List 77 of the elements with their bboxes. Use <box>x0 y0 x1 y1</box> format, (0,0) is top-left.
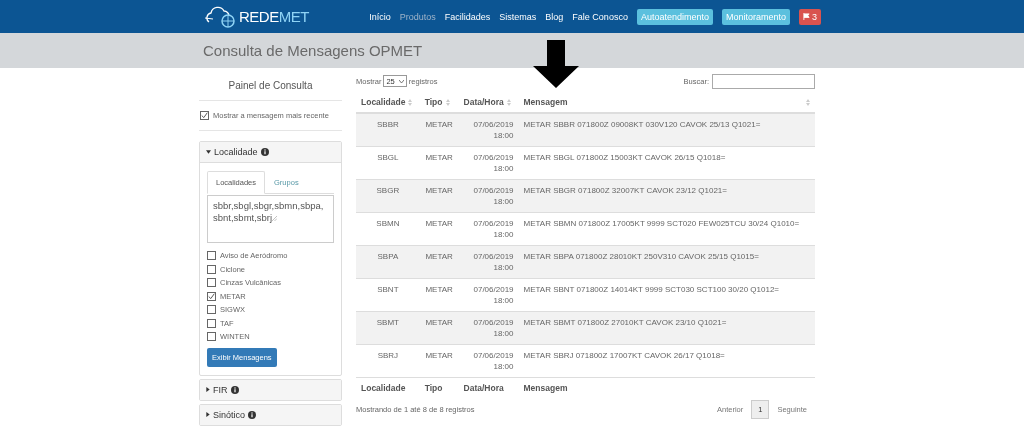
search-field[interactable] <box>712 73 815 89</box>
table-cell: METAR SBMN 071800Z 17005KT 9999 SCT020 FEW025TCU 30/24 Q1010= <box>518 212 815 246</box>
nav-link[interactable]: Blog <box>545 11 564 22</box>
locations-field[interactable]: sbbr,sbgl,sbgr,sbmn,sbpa,sbnt,sbmt,sbrj <box>207 195 334 243</box>
table-cell: SBPA <box>356 245 420 279</box>
table-cell: METAR SBBR 071800Z 09008KT 030V120 CAVOK 25/13 Q1021= <box>518 113 815 147</box>
table-cell: 07/06/2019 18:00 <box>458 146 519 180</box>
table-cell: 07/06/2019 18:00 <box>458 212 519 246</box>
section-header[interactable]: FIR <box>200 379 341 400</box>
logo-text: REDEMET <box>239 8 309 25</box>
info-icon <box>248 410 257 419</box>
caret-right-icon <box>206 387 210 392</box>
table-cell: 07/06/2019 18:00 <box>458 245 519 279</box>
checkbox[interactable] <box>200 111 209 120</box>
table-cell: METAR <box>419 212 459 246</box>
caret-right-icon <box>206 412 210 417</box>
caret-down-icon <box>206 150 211 154</box>
table-cell: 07/06/2019 18:00 <box>458 179 519 213</box>
arrow-icon <box>533 40 579 88</box>
table-cell: 07/06/2019 18:00 <box>458 344 519 378</box>
checkbox[interactable] <box>207 251 216 261</box>
table-cell: METAR <box>419 179 459 213</box>
checkbox[interactable] <box>207 332 216 342</box>
column-footer: Tipo <box>419 377 459 398</box>
checkbox[interactable] <box>207 305 216 315</box>
checkbox[interactable] <box>207 291 216 301</box>
table-cell: METAR SBGR 071800Z 32007KT CAVOK 23/12 Q1021= <box>518 179 815 213</box>
info-icon <box>230 385 239 394</box>
page-title: Consulta de Mensagens OPMET <box>203 42 423 59</box>
chevron-down-icon <box>398 79 404 83</box>
nav-link[interactable]: Fale Conosco <box>572 11 628 22</box>
table-cell: 07/06/2019 18:00 <box>458 311 519 345</box>
column-footer: Data/Hora <box>458 377 519 398</box>
section-header[interactable]: Sinótico <box>200 404 341 425</box>
table-cell: SBNT <box>356 278 420 312</box>
section-header[interactable]: Localidade <box>200 142 341 163</box>
table-cell: METAR <box>419 146 459 180</box>
column-footer: Localidade <box>356 377 420 398</box>
sort-icon <box>506 99 511 107</box>
table-cell: METAR <box>419 245 459 279</box>
table-cell: 07/06/2019 18:00 <box>458 113 519 147</box>
sort-icon <box>408 99 413 107</box>
table-cell: METAR <box>419 278 459 312</box>
table-cell: METAR <box>419 311 459 345</box>
checkbox[interactable] <box>207 318 216 328</box>
panel-title: Painel de Consulta <box>199 74 342 101</box>
flag-icon <box>803 13 810 20</box>
section-title: FIR <box>213 384 228 395</box>
nav-link[interactable]: Facilidades <box>444 11 491 22</box>
nav-link[interactable]: Sistemas <box>499 11 537 22</box>
table-cell: 07/06/2019 18:00 <box>458 278 519 312</box>
table-cell: SBRJ <box>356 344 420 378</box>
table-cell: METAR <box>419 344 459 378</box>
alert-button[interactable]: 3 <box>799 8 821 25</box>
table-cell: SBGL <box>356 146 420 180</box>
info-icon <box>260 148 269 156</box>
resize-grip-icon <box>272 216 278 221</box>
column-footer: Mensagem <box>518 377 815 398</box>
section-title: Sinótico <box>213 409 246 420</box>
table-cell: METAR SBNT 071800Z 14014KT 9999 SCT030 SCT100 30/20 Q1012= <box>518 278 815 312</box>
nav-link[interactable]: Início <box>369 11 391 22</box>
cloud-globe-icon <box>203 5 237 28</box>
table-cell: SBBR <box>356 113 420 147</box>
sort-icon <box>445 99 450 107</box>
table-cell: METAR SBPA 071800Z 28010KT 250V310 CAVOK 25/15 Q1015= <box>518 245 815 279</box>
table-cell: METAR <box>419 113 459 147</box>
nav-link[interactable]: Produtos <box>399 11 436 22</box>
table-cell: METAR SBGL 071800Z 15003KT CAVOK 26/15 Q1018= <box>518 146 815 180</box>
checkbox[interactable] <box>207 264 216 274</box>
table-cell: SBMN <box>356 212 420 246</box>
table-cell: METAR SBMT 071800Z 27010KT CAVOK 23/10 Q1021= <box>518 311 815 345</box>
section-title: Localidade <box>214 147 258 157</box>
table-cell: SBMT <box>356 311 420 345</box>
sort-icon <box>806 99 810 106</box>
table-cell: SBGR <box>356 179 420 213</box>
checkbox[interactable] <box>207 278 216 288</box>
table-cell: METAR SBRJ 071800Z 17007KT CAVOK 26/17 Q1018= <box>518 344 815 378</box>
